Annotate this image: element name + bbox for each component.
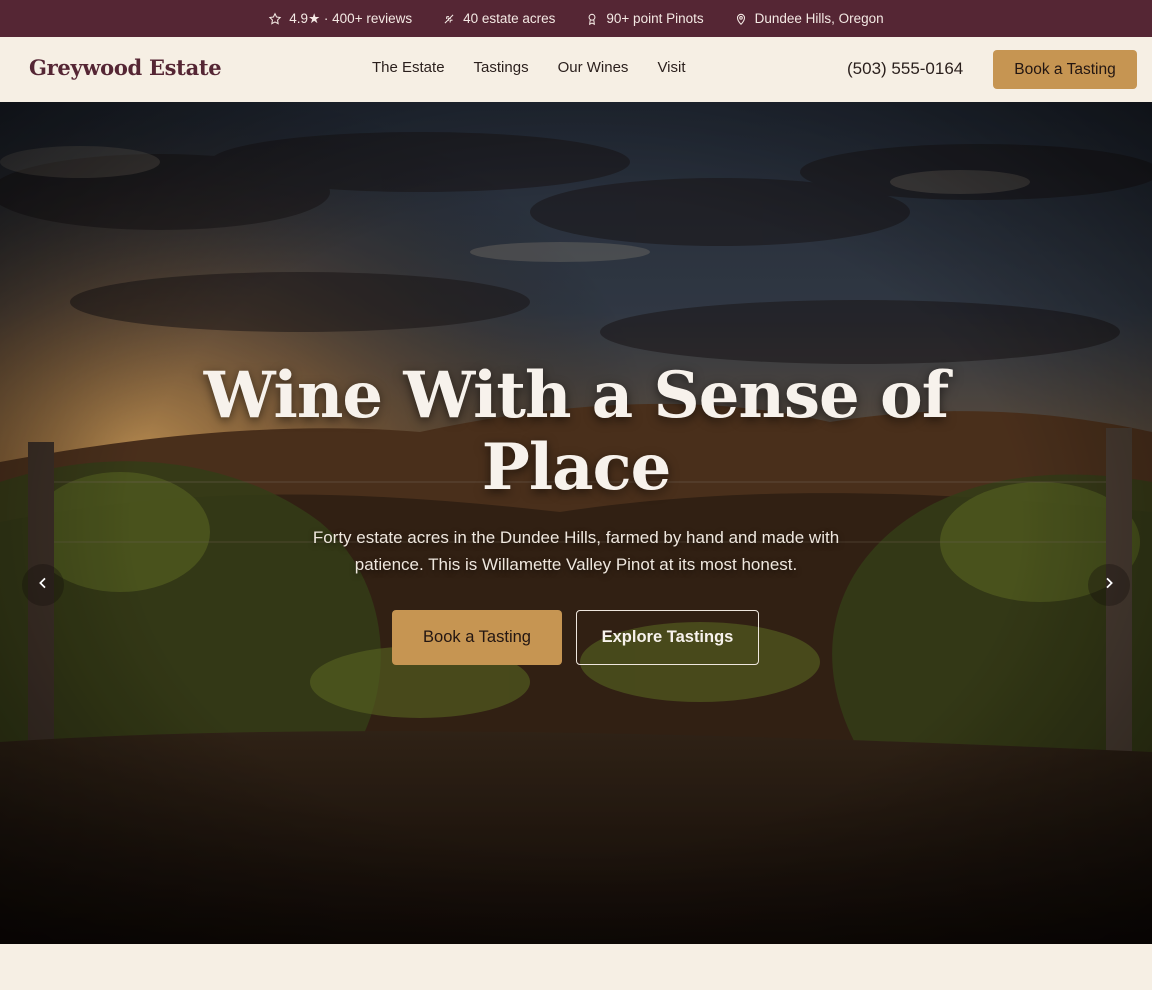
award-icon — [585, 12, 599, 26]
chevron-right-icon — [1101, 575, 1117, 596]
book-tasting-header-button[interactable]: Book a Tasting — [993, 50, 1137, 89]
hero-section: Wine With a Sense of Place Forty estate … — [0, 102, 1152, 944]
next-section — [0, 944, 1152, 990]
vines-icon — [442, 12, 456, 26]
carousel-prev-button[interactable] — [22, 564, 64, 606]
star-icon — [268, 12, 282, 26]
rating-item: 4.9★ · 400+ reviews — [268, 11, 412, 27]
map-pin-icon — [734, 12, 748, 26]
hero-subtitle: Forty estate acres in the Dundee Hills, … — [312, 528, 840, 574]
nav-item-our-wines[interactable]: Our Wines — [558, 59, 629, 76]
acres-item: 40 estate acres — [442, 11, 555, 26]
hero-background-image — [0, 102, 1152, 944]
main-nav: The Estate Tastings Our Wines Visit — [372, 59, 715, 76]
chevron-left-icon — [35, 575, 51, 596]
award-text: 90+ point Pinots — [606, 11, 704, 26]
hero-title: Wine With a Sense of Place — [0, 360, 1152, 504]
acres-text: 40 estate acres — [463, 11, 556, 26]
carousel-next-button[interactable] — [1088, 564, 1130, 606]
nav-item-tastings[interactable]: Tastings — [474, 59, 529, 76]
book-tasting-hero-button[interactable]: Book a Tasting — [392, 610, 562, 665]
nav-item-the-estate[interactable]: The Estate — [372, 59, 445, 76]
location-text: Dundee Hills, Oregon — [754, 11, 884, 26]
location-item: Dundee Hills, Oregon — [734, 11, 884, 26]
explore-tastings-button[interactable]: Explore Tastings — [576, 610, 759, 665]
site-logo[interactable]: Greywood Estate — [29, 55, 222, 80]
phone-link[interactable]: (503) 555-0164 — [847, 59, 963, 79]
hero-title-line-1: Wine With a Sense of — [203, 358, 950, 433]
nav-item-visit[interactable]: Visit — [657, 59, 685, 76]
site-header: Greywood Estate The Estate Tastings Our … — [0, 37, 1152, 103]
hero-title-line-2: Place — [481, 430, 672, 505]
announcement-bar: 4.9★ · 400+ reviews 40 estate acres 90+ … — [0, 0, 1152, 37]
rating-text: 4.9★ · 400+ reviews — [289, 10, 413, 26]
award-item: 90+ point Pinots — [585, 11, 704, 26]
